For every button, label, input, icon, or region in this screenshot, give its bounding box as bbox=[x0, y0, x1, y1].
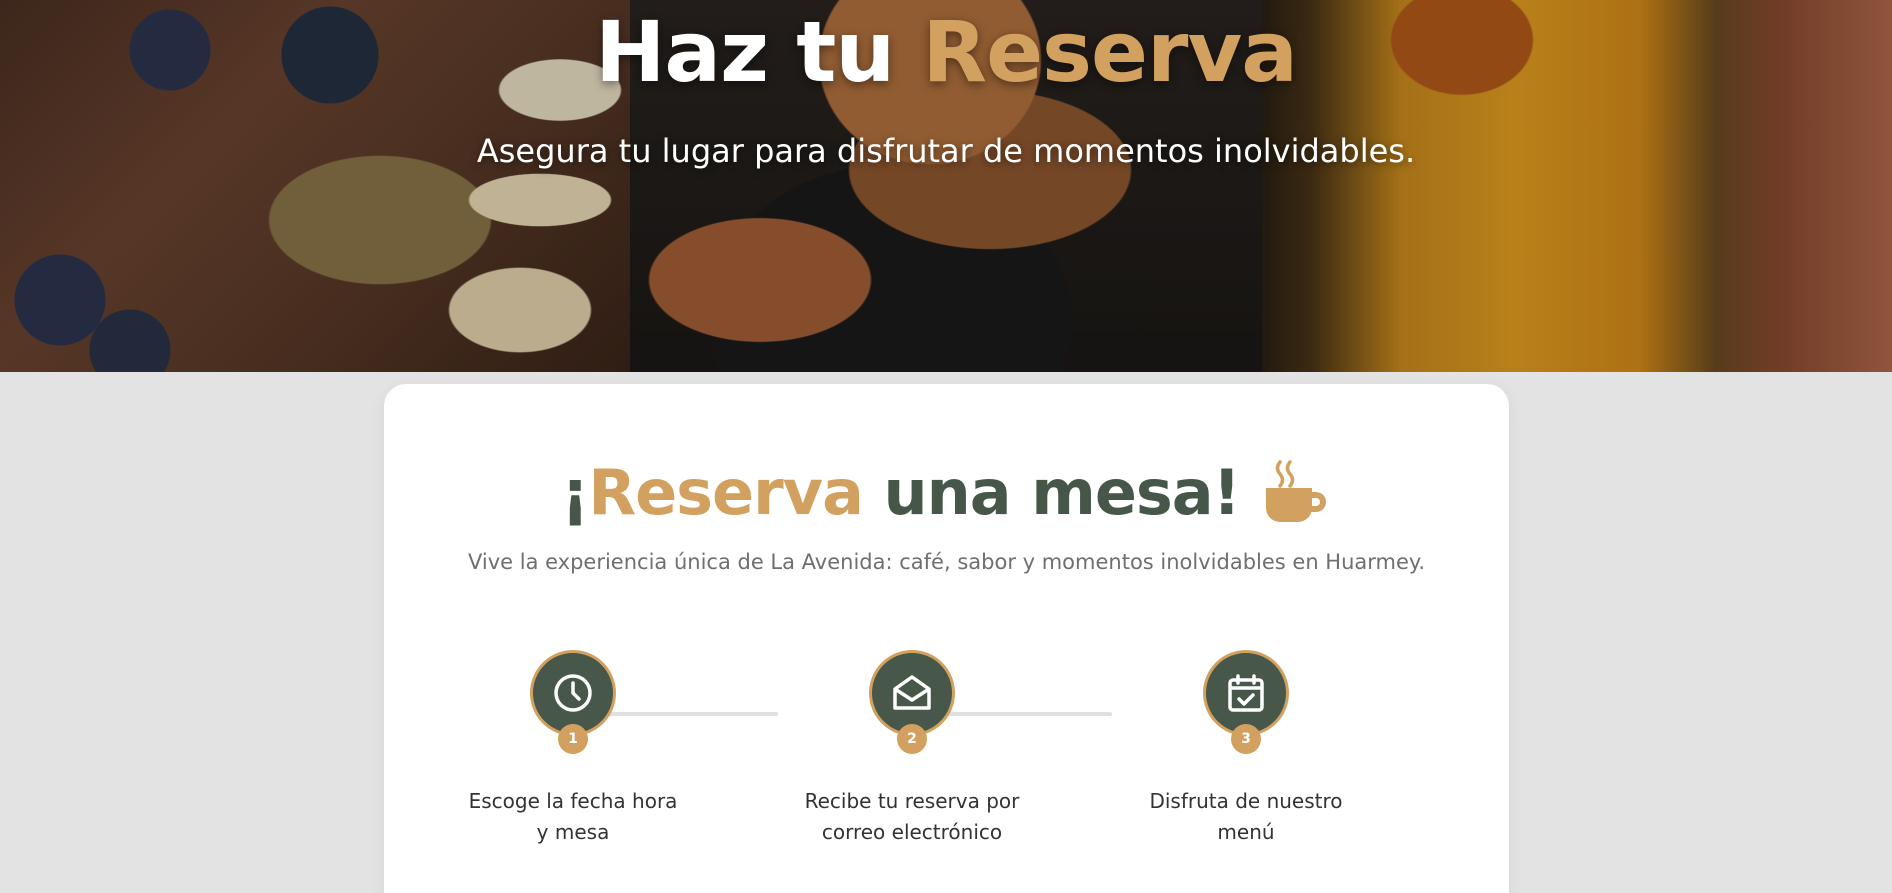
step-label: Disfruta de nuestro menú bbox=[1149, 789, 1343, 844]
step-number: 2 bbox=[897, 724, 927, 754]
calendar-check-icon bbox=[1228, 674, 1264, 712]
coffee-cup-icon bbox=[1262, 458, 1332, 528]
step-label: Escoge la fecha hora y mesa bbox=[468, 789, 678, 844]
hero-title: Haz tu Reserva bbox=[0, 0, 1892, 104]
reservation-card: ¡Reserva una mesa! Vive la experiencia ú… bbox=[384, 384, 1509, 893]
hero-banner: Haz tu Reserva Asegura tu lugar para dis… bbox=[0, 0, 1892, 372]
reservation-title-accent: Reserva bbox=[588, 456, 864, 529]
step-number: 1 bbox=[558, 724, 588, 754]
hero-title-accent: Reserva bbox=[922, 3, 1297, 101]
step-number: 3 bbox=[1231, 724, 1261, 754]
steps-connector bbox=[932, 712, 1112, 716]
clock-icon bbox=[554, 674, 592, 712]
envelope-open-icon bbox=[893, 675, 931, 710]
reservation-title-prefix: ¡ bbox=[561, 456, 589, 529]
reservation-title-rest: una mesa! bbox=[862, 456, 1241, 529]
hero-subtitle: Asegura tu lugar para disfrutar de momen… bbox=[476, 132, 1416, 170]
steps-connector bbox=[592, 712, 778, 716]
reservation-subtitle: Vive la experiencia única de La Avenida:… bbox=[467, 550, 1426, 574]
hero-title-main: Haz tu bbox=[595, 3, 923, 101]
reservation-title: ¡Reserva una mesa! bbox=[384, 456, 1509, 529]
step-label: Recibe tu reserva por correo electrónico bbox=[804, 789, 1020, 844]
